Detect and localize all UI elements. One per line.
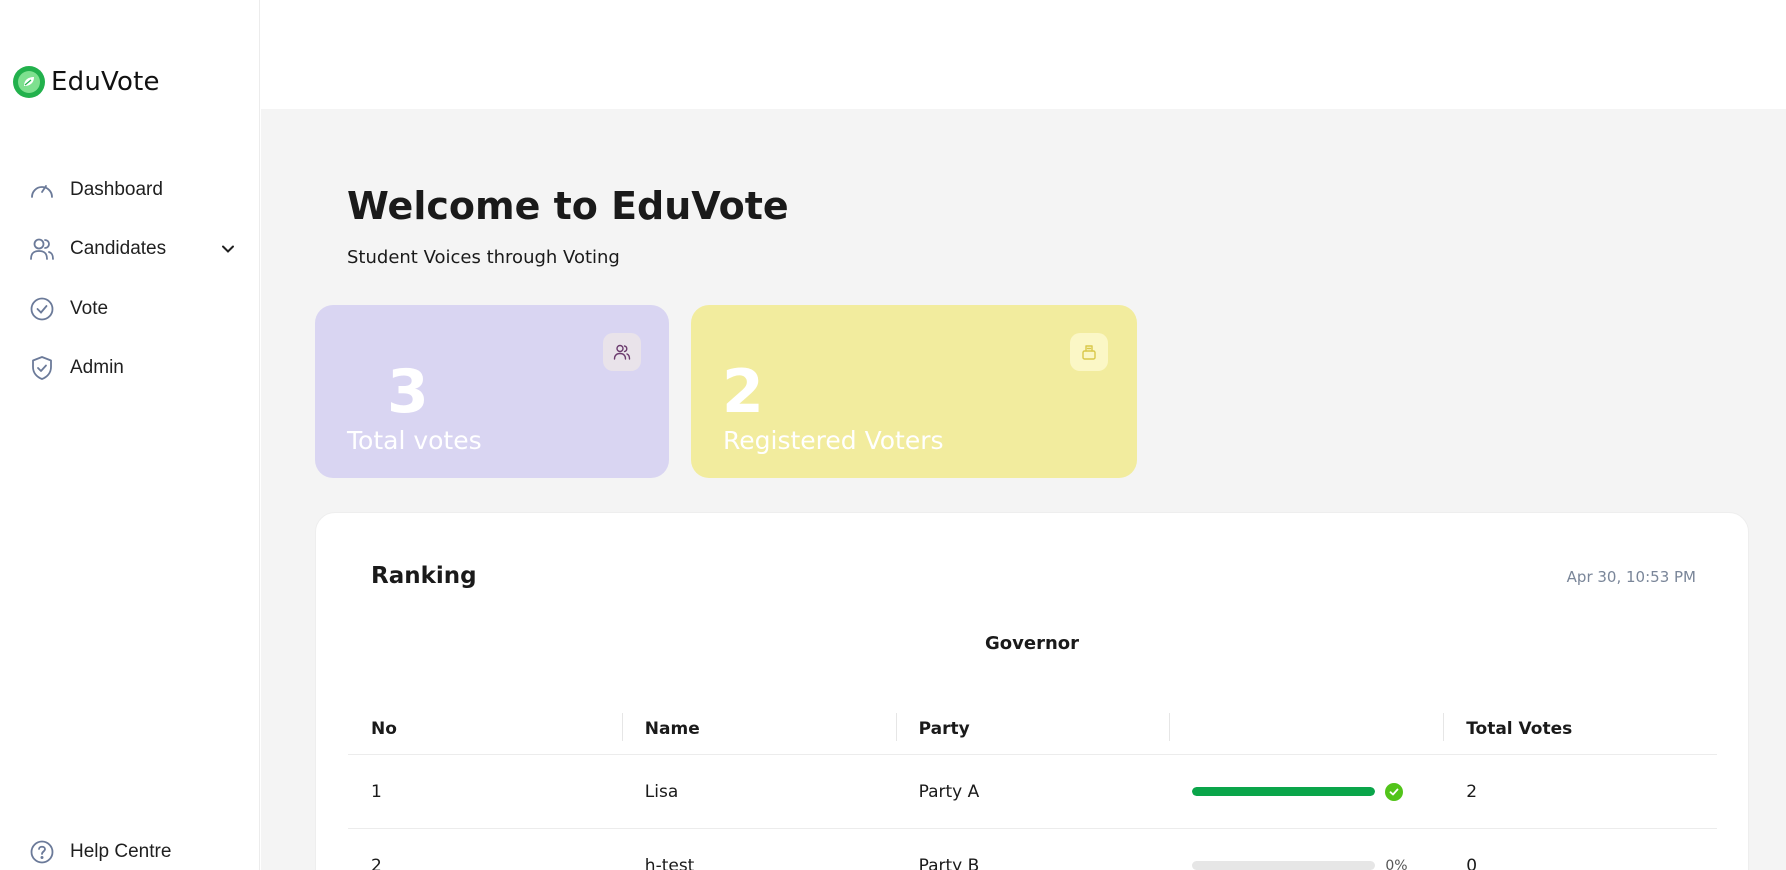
main-content: Welcome to EduVote Student Voices throug… [261,109,1786,870]
vote-progress-bar [1192,787,1376,796]
chevron-down-icon[interactable] [218,239,238,259]
cell-no: 2 [371,855,382,870]
table-row[interactable]: 2 h-test Party B 0% 0 [348,829,1717,870]
sidebar-item-help-centre[interactable]: Help Centre [28,838,171,866]
table-row[interactable]: 1 Lisa Party A 2 [348,755,1717,829]
brand[interactable]: EduVote [13,66,160,98]
winner-check-icon [1385,782,1404,801]
column-header-total-votes[interactable]: Total Votes [1443,703,1717,754]
ranking-table: No Name Party Total Votes 1 Lisa Party A [348,703,1717,870]
registered-voters-card: 2 Registered Voters [691,305,1137,478]
column-header-name[interactable]: Name [621,703,896,754]
column-header-progress [1169,703,1443,754]
total-votes-card: 3 Total votes [315,305,669,478]
sidebar-item-vote[interactable]: Vote [28,279,238,339]
sidebar-item-candidates[interactable]: Candidates [28,220,238,280]
sidebar-nav: Dashboard Candidates Vote Admin [28,160,238,398]
speedometer-icon [28,176,56,204]
cell-total-votes: 2 [1466,781,1478,802]
check-circle-icon [28,295,56,323]
sidebar-item-admin[interactable]: Admin [28,339,238,399]
sidebar: EduVote Dashboard Candidates Vote Admin … [0,0,260,870]
question-circle-icon [28,838,56,866]
ranking-timestamp: Apr 30, 10:53 PM [1566,568,1696,586]
sidebar-item-label: Candidates [70,238,167,260]
cell-party: Party B [918,855,980,870]
sidebar-item-label: Dashboard [70,178,163,200]
shield-check-icon [28,354,56,382]
table-header: No Name Party Total Votes [348,703,1717,755]
vote-percentage: 0% [1385,857,1408,870]
vote-progress-fill [1192,787,1376,796]
users-icon [603,333,641,371]
cell-progress [1169,755,1443,828]
total-votes-label: Total votes [347,426,482,455]
position-title: Governor [984,633,1080,654]
sidebar-item-dashboard[interactable]: Dashboard [28,160,238,220]
ranking-panel: Ranking Apr 30, 10:53 PM Governor No Nam… [315,512,1749,870]
total-votes-value: 3 [387,357,429,427]
sidebar-item-label: Vote [70,297,109,319]
column-header-party[interactable]: Party [895,703,1170,754]
registered-voters-value: 2 [722,357,764,427]
leaf-logo-icon [13,66,45,98]
brand-name: EduVote [51,67,160,97]
cell-name: Lisa [644,781,679,802]
ballot-box-icon [1070,333,1108,371]
users-icon [28,235,56,263]
sidebar-item-label: Admin [70,357,124,379]
cell-no: 1 [371,781,382,802]
help-centre-label: Help Centre [70,841,172,862]
cell-name: h-test [644,855,695,870]
registered-voters-label: Registered Voters [723,426,944,455]
column-header-no[interactable]: No [348,703,622,754]
cell-progress: 0% [1169,829,1443,870]
page-subtitle: Student Voices through Voting [347,247,620,268]
ranking-title: Ranking [371,563,477,589]
page-title: Welcome to EduVote [347,184,789,228]
vote-progress-bar [1192,861,1376,870]
cell-party: Party A [918,781,980,802]
cell-total-votes: 0 [1466,855,1478,870]
